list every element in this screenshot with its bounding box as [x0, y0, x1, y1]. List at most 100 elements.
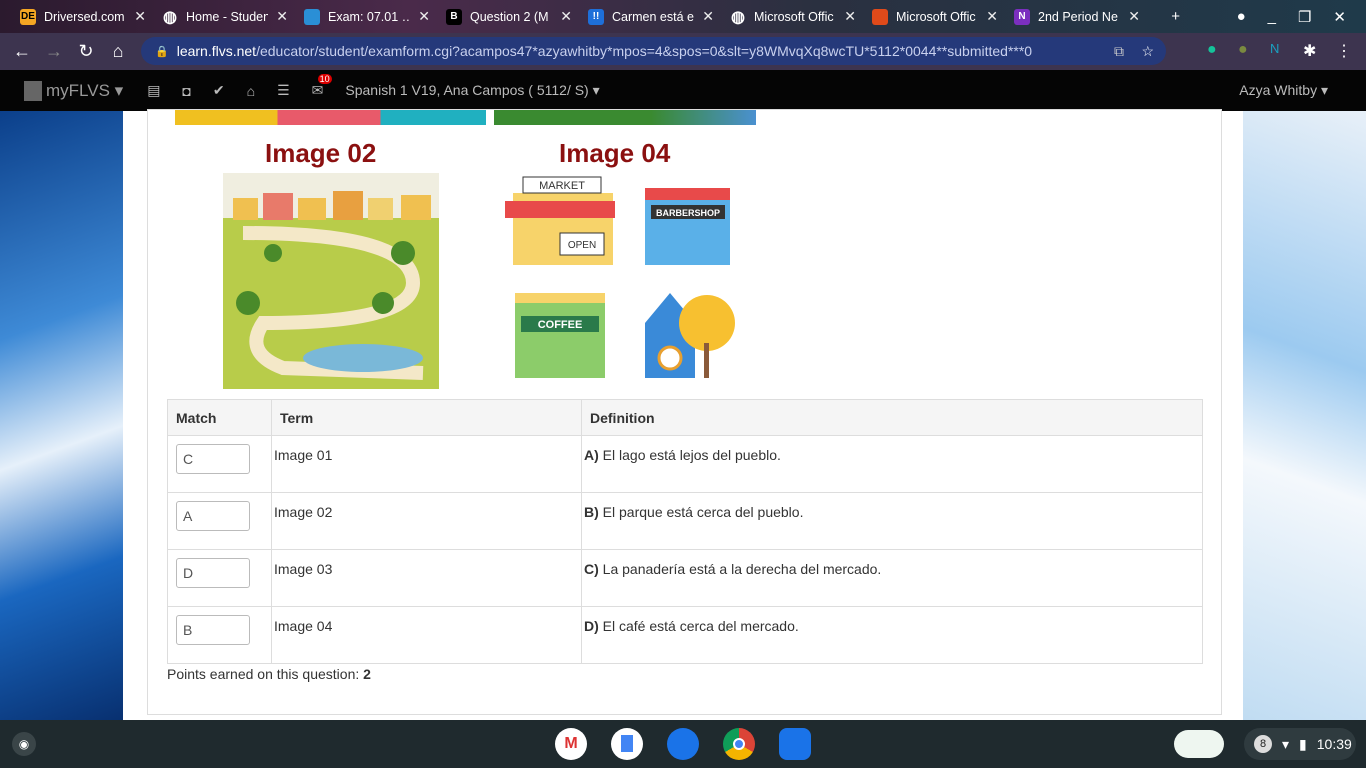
new-tab-button[interactable]: + [1171, 8, 1180, 25]
notification-count: 8 [1254, 735, 1272, 753]
menu-icon[interactable]: ⋮ [1336, 41, 1352, 61]
flvs-nav-bar: myFLVS ▾ ▤ ◘ ✔ ⌂ ☰ ✉ 10 Spanish 1 V19, An… [0, 70, 1366, 111]
question-panel: Image 02 Image 04 MARKET OPEN BARBERSHOP… [147, 109, 1222, 715]
gmail-icon[interactable]: M [555, 728, 587, 760]
close-tab-icon[interactable]: ✕ [1128, 8, 1140, 25]
grammarly-icon[interactable]: ● [1207, 41, 1217, 59]
close-tab-icon[interactable]: ✕ [134, 8, 146, 25]
browser-tab[interactable]: N 2nd Period Ne ✕ [1006, 0, 1148, 33]
address-bar-row: ← → ↻ ⌂ 🔒 learn.flvs.net/educator/studen… [0, 33, 1366, 70]
user-menu[interactable]: Azya Whitby ▾ [1239, 82, 1328, 99]
close-tab-icon[interactable]: ✕ [418, 8, 430, 25]
home-icon[interactable]: ⌂ [247, 83, 255, 99]
svg-text:OPEN: OPEN [568, 240, 596, 251]
mail-badge: 10 [317, 74, 332, 84]
close-tab-icon[interactable]: ✕ [702, 8, 714, 25]
docs-icon[interactable] [611, 728, 643, 760]
term-cell: Image 03 [271, 549, 582, 607]
N-favicon-icon: N [1014, 8, 1030, 25]
town-illustration: MARKET OPEN BARBERSHOP COFFEE [505, 176, 735, 378]
match-table: Match Term Definition Image 01 A) El lag… [167, 399, 1203, 664]
tab-title: Exam: 07.01 … [328, 9, 411, 24]
tote-thumbnail[interactable] [1174, 730, 1224, 758]
back-button[interactable]: ← [6, 41, 38, 62]
tab-strip: DE Driversed.com ✕ ◍ Home - Studen ✕ Exam: 07.… [0, 0, 1366, 33]
url-path: /educator/student/examform.cgi?acampos47… [256, 43, 1033, 59]
term-cell: Image 01 [271, 435, 582, 493]
match-input[interactable] [176, 444, 250, 474]
classroom-icon[interactable] [667, 728, 699, 760]
tab-title: Question 2 (M [470, 9, 549, 24]
office-favicon-icon [872, 8, 888, 25]
browser-tab[interactable]: Microsoft Offic ✕ [864, 0, 1006, 33]
launcher-button[interactable]: ◉ [12, 732, 36, 756]
table-row: Image 03 C) La panadería está a la derec… [167, 549, 1203, 607]
table-row: Image 02 B) El parque está cerca del pue… [167, 492, 1203, 550]
browser-tab[interactable]: Exam: 07.01 … ✕ [296, 0, 438, 33]
DE-favicon-icon: DE [20, 8, 36, 25]
browser-tab[interactable]: B Question 2 (M ✕ [438, 0, 580, 33]
check-icon[interactable]: ✔ [213, 82, 225, 99]
table-row: Image 01 A) El lago está lejos del puebl… [167, 435, 1203, 493]
browser-tab[interactable]: DE Driversed.com ✕ [12, 0, 154, 33]
definition-cell: B) El parque está cerca del pueblo. [581, 492, 1203, 550]
definition-cell: A) El lago está lejos del pueblo. [581, 435, 1203, 493]
forward-button[interactable]: → [38, 41, 70, 62]
tab-title: Microsoft Offic [896, 9, 976, 24]
match-cell [167, 606, 272, 664]
extension-n-icon[interactable]: N [1270, 41, 1279, 56]
list-icon[interactable]: ☰ [277, 82, 290, 99]
maximize-button[interactable]: ❐ [1298, 8, 1311, 26]
reload-button[interactable]: ↻ [70, 41, 102, 62]
close-window-button[interactable]: ✕ [1333, 8, 1346, 26]
match-input[interactable] [176, 501, 250, 531]
browser-tab[interactable]: ◍ Home - Studen ✕ [154, 0, 296, 33]
brand-menu[interactable]: myFLVS ▾ [46, 81, 123, 101]
url-domain: learn.flvs.net [176, 43, 257, 59]
star-icon[interactable]: ☆ [1141, 43, 1154, 60]
inbox-icon[interactable]: ◘ [182, 83, 190, 99]
header-match: Match [167, 399, 272, 436]
!!-favicon-icon: !! [588, 8, 604, 25]
close-tab-icon[interactable]: ✕ [986, 8, 998, 25]
match-cell [167, 435, 272, 493]
extension-icon[interactable]: ● [1238, 41, 1248, 59]
header-definition: Definition [581, 399, 1203, 436]
table-row: Image 04 D) El café está cerca del merca… [167, 606, 1203, 664]
book-icon[interactable]: ▤ [147, 82, 160, 99]
url-input[interactable]: 🔒 learn.flvs.net/educator/student/examfo… [141, 37, 1166, 65]
image-04-title: Image 04 [559, 138, 671, 168]
course-menu[interactable]: Spanish 1 V19, Ana Campos ( 5112/ S) ▾ [345, 82, 599, 99]
window-controls: + ● _ ❐ ✕ [1171, 0, 1366, 33]
close-tab-icon[interactable]: ✕ [276, 8, 288, 25]
svg-text:MARKET: MARKET [539, 180, 585, 192]
puzzle-icon[interactable]: ✱ [1303, 41, 1316, 61]
question-images: Image 02 Image 04 MARKET OPEN BARBERSHOP… [167, 110, 767, 389]
globe-favicon-icon: ◍ [731, 8, 745, 26]
match-input[interactable] [176, 615, 250, 645]
status-tray[interactable]: 8 ▾ ▮ 10:39 [1244, 728, 1356, 760]
profile-icon[interactable]: ● [1237, 8, 1246, 25]
definition-cell: D) El café está cerca del mercado. [581, 606, 1203, 664]
home-button[interactable]: ⌂ [102, 41, 134, 62]
translate-icon[interactable]: ⧉ [1114, 43, 1124, 60]
clock: 10:39 [1316, 736, 1352, 752]
image-02-title: Image 02 [265, 138, 377, 168]
points-earned: Points earned on this question: 2 [167, 666, 371, 682]
match-input[interactable] [176, 558, 250, 588]
svg-text:COFFEE: COFFEE [538, 319, 583, 331]
mail-icon[interactable]: ✉ 10 [312, 74, 332, 99]
browser-tab[interactable]: !! Carmen está e… ✕ [580, 0, 722, 33]
minimize-button[interactable]: _ [1268, 8, 1276, 25]
tab-title: Home - Studen [186, 9, 269, 24]
files-icon[interactable] [779, 728, 811, 760]
browser-tab[interactable]: ◍ Microsoft Offic ✕ [722, 0, 864, 33]
globe-favicon-icon: ◍ [163, 8, 177, 26]
chrome-icon[interactable] [723, 728, 755, 760]
battery-icon: ▮ [1299, 735, 1307, 752]
close-tab-icon[interactable]: ✕ [844, 8, 856, 25]
term-cell: Image 02 [271, 492, 582, 550]
close-tab-icon[interactable]: ✕ [560, 8, 572, 25]
os-shelf: ◉ M 8 ▾ ▮ 10:39 [0, 720, 1366, 768]
term-cell: Image 04 [271, 606, 582, 664]
